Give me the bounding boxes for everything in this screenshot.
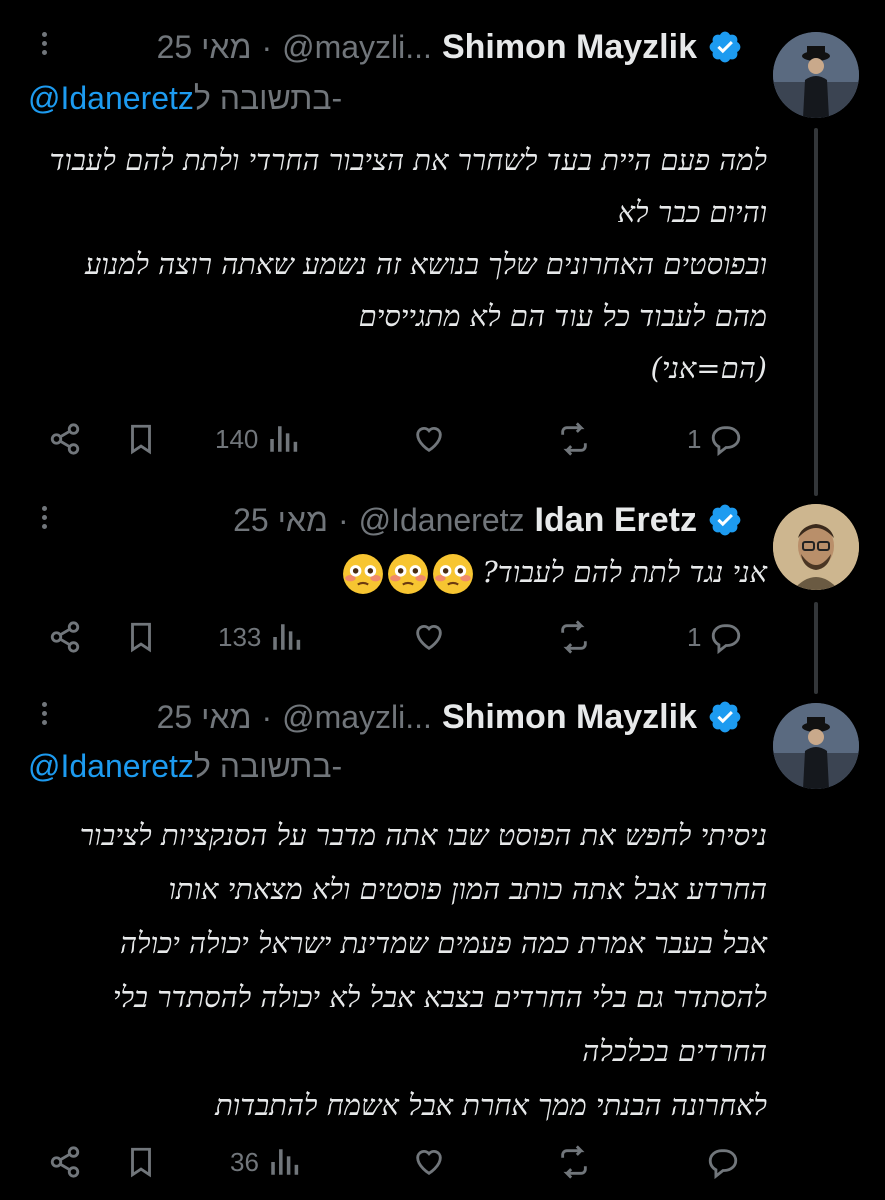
tweet-text: למה פעם היית בעד לשחרר את הציבור החרדי ו… <box>27 134 767 394</box>
text-line: (הם=אני) <box>650 351 767 385</box>
share-icon <box>50 621 80 653</box>
reply-button[interactable]: 1 <box>687 417 743 461</box>
views-icon <box>273 624 301 650</box>
bookmark-icon <box>131 622 151 653</box>
bookmark-button[interactable] <box>124 417 158 461</box>
flushed-face-emoji <box>433 554 474 594</box>
flushed-face-emoji <box>343 554 384 594</box>
action-bar: 140 1 <box>0 417 885 461</box>
like-icon <box>416 427 442 453</box>
text-line: החרדע אבל אתה כותב המון פוסטים ולא מצאתי… <box>168 872 767 906</box>
reply-icon <box>712 426 741 456</box>
emoji-group <box>342 553 474 595</box>
reply-button[interactable] <box>706 1140 740 1184</box>
text-line: אבל בעבר אמרת כמה פעמים שמדינת ישראל יכו… <box>120 926 767 960</box>
text-line: אני נגד לתת להם לעבוד? <box>267 546 767 598</box>
retweet-icon <box>561 422 587 456</box>
reply-button[interactable]: 1 <box>687 615 743 659</box>
bookmark-button[interactable] <box>124 615 158 659</box>
action-bar: 36 <box>0 1140 885 1184</box>
share-button[interactable] <box>48 417 82 461</box>
views-button[interactable]: 140 <box>215 417 300 461</box>
tweet-2[interactable]: 25 מאי · @Idaneretz Idan Eretz אני נגד ל… <box>0 490 885 690</box>
tweet-text: ניסיתי לחפש את הפוסט שבו אתה מדבר על הסנ… <box>27 808 767 1132</box>
author-handle[interactable]: @mayzli... <box>282 699 432 736</box>
retweet-button[interactable] <box>557 615 591 659</box>
share-button[interactable] <box>48 615 82 659</box>
views-count: 36 <box>230 1146 259 1177</box>
separator-dot: · <box>261 698 273 735</box>
text-content: אני נגד לתת להם לעבוד? <box>482 555 767 589</box>
reply-to-line: @Idaneretzבתשובה ל- <box>28 80 342 117</box>
views-button[interactable]: 133 <box>218 615 303 659</box>
like-button[interactable] <box>412 1140 446 1184</box>
text-line: לאחרונה הבנתי ממך אחרת אבל אשמח להתבדות <box>215 1088 767 1122</box>
retweet-button[interactable] <box>557 1140 591 1184</box>
avatar[interactable] <box>773 32 859 118</box>
bookmark-icon <box>131 1147 151 1178</box>
bookmark-button[interactable] <box>124 1140 158 1184</box>
verified-icon <box>709 504 741 536</box>
tweet-1[interactable]: 25 מאי · @mayzli... Shimon Mayzlik @Idan… <box>0 0 885 490</box>
reply-to-line: @Idaneretzבתשובה ל- <box>28 748 342 785</box>
timestamp[interactable]: 25 מאי <box>157 699 252 736</box>
views-button[interactable]: 36 <box>230 1140 301 1184</box>
retweet-icon <box>561 1145 587 1179</box>
bookmark-icon <box>131 424 151 455</box>
reply-to-handle[interactable]: @Idaneretz <box>28 80 194 116</box>
text-line: להסתדר גם בלי החרדים בצבא אבל לא יכולה ל… <box>112 980 767 1014</box>
tweet-3[interactable]: 25 מאי · @mayzli... Shimon Mayzlik @Idan… <box>0 690 885 1200</box>
timestamp[interactable]: 25 מאי <box>233 502 328 539</box>
verified-icon <box>709 701 741 733</box>
action-bar: 133 1 <box>0 615 885 659</box>
retweet-icon <box>561 620 587 654</box>
views-icon <box>270 426 298 452</box>
retweet-button[interactable] <box>557 417 591 461</box>
separator-dot: · <box>337 501 349 538</box>
text-line: ניסיתי לחפש את הפוסט שבו אתה מדבר על הסנ… <box>79 818 767 852</box>
reply-count: 1 <box>687 423 702 454</box>
text-line: החרדים בכלכלה <box>582 1034 767 1068</box>
share-icon <box>50 423 80 455</box>
tweet-header: 25 מאי · @mayzli... Shimon Mayzlik <box>157 695 743 739</box>
tweet-text: אני נגד לתת להם לעבוד? <box>267 546 767 598</box>
reply-to-prefix: בתשובה ל- <box>193 748 343 784</box>
reply-icon <box>708 1149 738 1179</box>
author-name[interactable]: Shimon Mayzlik <box>442 28 697 67</box>
share-icon <box>50 1146 80 1178</box>
author-handle[interactable]: @Idaneretz <box>359 502 525 539</box>
like-button[interactable] <box>412 417 446 461</box>
tweet-header: 25 מאי · @mayzli... Shimon Mayzlik <box>157 25 743 69</box>
text-line: למה פעם היית בעד לשחרר את הציבור החרדי ו… <box>49 143 767 177</box>
verified-icon <box>709 31 741 63</box>
tweet-header: 25 מאי · @Idaneretz Idan Eretz <box>233 498 743 542</box>
more-icon[interactable] <box>34 28 54 68</box>
text-line: מהם לעבוד כל עוד הם לא מתגייסים <box>358 299 767 333</box>
reply-icon <box>712 624 741 654</box>
more-icon[interactable] <box>34 502 54 542</box>
avatar[interactable] <box>773 504 859 590</box>
like-icon <box>416 625 442 651</box>
reply-to-handle[interactable]: @Idaneretz <box>28 748 194 784</box>
timestamp[interactable]: 25 מאי <box>157 29 252 66</box>
text-line: והיום כבר לא <box>617 195 767 229</box>
avatar[interactable] <box>773 703 859 789</box>
author-name[interactable]: Shimon Mayzlik <box>442 698 697 737</box>
author-name[interactable]: Idan Eretz <box>535 501 697 540</box>
text-line: ובפוסטים האחרונים שלך בנושא זה נשמע שאתה… <box>84 247 767 281</box>
reply-to-prefix: בתשובה ל- <box>193 80 343 116</box>
flushed-face-emoji <box>388 554 429 594</box>
like-icon <box>416 1150 442 1176</box>
more-icon[interactable] <box>34 698 54 738</box>
like-button[interactable] <box>412 615 446 659</box>
views-count: 133 <box>218 621 262 652</box>
author-handle[interactable]: @mayzli... <box>282 29 432 66</box>
views-icon <box>271 1149 299 1175</box>
views-count: 140 <box>215 423 259 454</box>
share-button[interactable] <box>48 1140 82 1184</box>
reply-count: 1 <box>687 621 702 652</box>
separator-dot: · <box>261 28 273 65</box>
